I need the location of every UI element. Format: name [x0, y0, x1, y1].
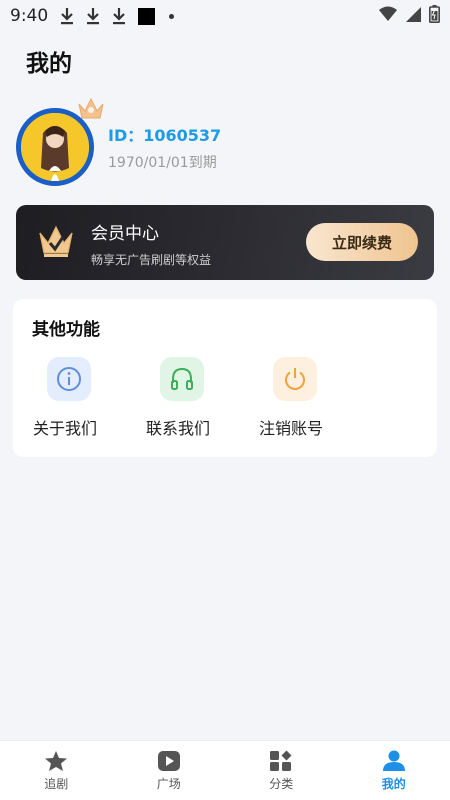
battery-icon [429, 4, 440, 28]
page-title: 我的 [26, 51, 72, 77]
headphones-icon [160, 357, 204, 401]
contact-us-button[interactable]: 联系我们 [146, 357, 236, 447]
status-bar: 9:40 [0, 0, 450, 32]
wifi-icon [379, 6, 397, 27]
about-us-label: 关于我们 [33, 419, 98, 438]
renew-button[interactable]: 立即续费 [306, 223, 418, 261]
star-icon [44, 750, 68, 775]
download-icon [60, 7, 74, 25]
other-functions-card: 其他功能 关于我们 联系我们 注销账号 [13, 299, 437, 457]
tab-follow-drama[interactable]: 追剧 [0, 741, 113, 800]
user-id: ID：1060537 [108, 126, 222, 145]
about-us-button[interactable]: 关于我们 [33, 357, 123, 447]
tab-label: 我的 [381, 776, 406, 791]
delete-account-button[interactable]: 注销账号 [259, 357, 349, 447]
tab-label: 分类 [269, 776, 294, 791]
vip-subtitle: 畅享无广告刷剧等权益 [91, 253, 212, 267]
vip-title: 会员中心 [91, 224, 159, 244]
download-icon [112, 7, 126, 25]
vip-crown-icon [36, 223, 76, 263]
tab-category[interactable]: 分类 [225, 741, 338, 800]
category-icon [269, 750, 293, 775]
tab-label: 追剧 [44, 776, 69, 791]
tab-mine[interactable]: 我的 [338, 741, 450, 800]
signal-icon [405, 6, 421, 27]
download-icon [86, 7, 100, 25]
vip-center-card[interactable]: 会员中心 畅享无广告刷剧等权益 立即续费 [16, 205, 434, 280]
user-icon [382, 750, 406, 775]
more-notifications-dot-icon [169, 13, 175, 19]
status-time: 9:40 [10, 6, 49, 26]
section-title: 其他功能 [32, 320, 100, 340]
info-icon [47, 357, 91, 401]
tab-plaza[interactable]: 广场 [113, 741, 226, 800]
crown-badge-icon [76, 96, 106, 126]
power-icon [273, 357, 317, 401]
contact-us-label: 联系我们 [146, 419, 211, 438]
bottom-navigation: 追剧 广场 分类 我的 [0, 740, 450, 800]
play-icon [157, 750, 181, 775]
avatar[interactable] [16, 96, 108, 188]
tab-label: 广场 [156, 776, 181, 791]
notification-square-icon [138, 7, 156, 25]
delete-account-label: 注销账号 [259, 419, 324, 438]
membership-expire-date: 1970/01/01到期 [108, 155, 217, 171]
